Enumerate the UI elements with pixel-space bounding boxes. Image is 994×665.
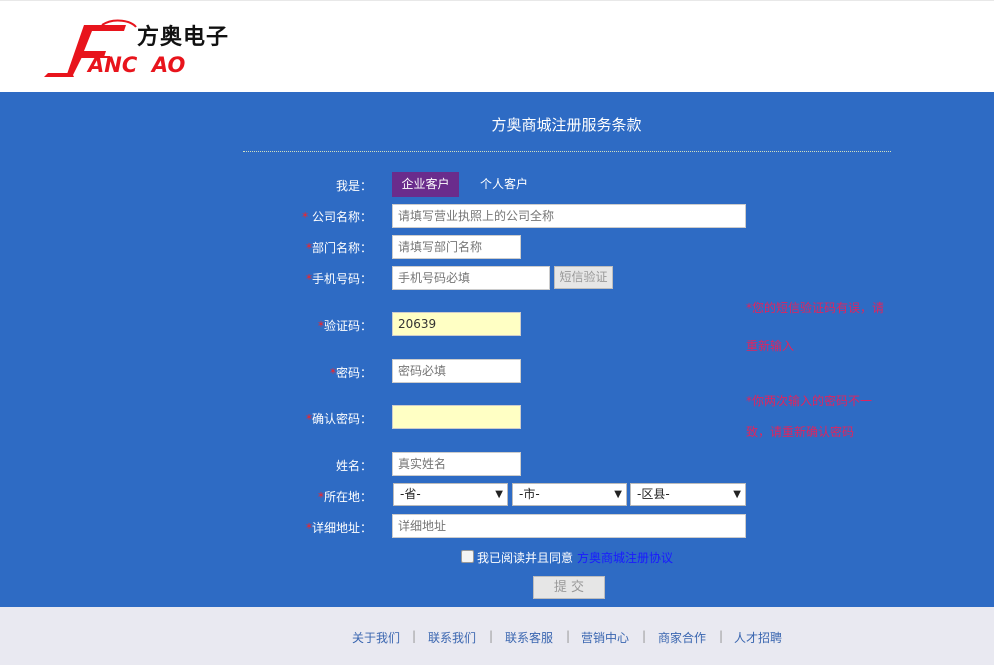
address-input[interactable] <box>392 514 746 538</box>
district-value: -区县- <box>637 487 670 501</box>
company-name-input[interactable] <box>392 204 746 228</box>
city-select[interactable]: -市- ▼ <box>512 483 627 506</box>
agreement-text: 我已阅读并且同意 <box>477 551 574 565</box>
company-label: * 公司名称： <box>252 208 372 225</box>
chevron-down-icon: ▼ <box>733 489 741 500</box>
company-label-text: 公司名称： <box>311 210 372 224</box>
dept-name-input[interactable] <box>392 235 521 259</box>
phone-label: *手机号码： <box>252 270 372 287</box>
customer-type-label: 我是： <box>335 179 372 193</box>
footer-link-about[interactable]: 关于我们 <box>352 629 400 646</box>
city-value: -市- <box>519 487 540 501</box>
footer-separator: | <box>719 629 724 643</box>
header: 方奥电子 ANC AO <box>0 0 994 92</box>
logo[interactable]: 方奥电子 ANC AO <box>44 17 244 81</box>
address-label: *详细地址： <box>252 519 372 536</box>
chevron-down-icon: ▼ <box>495 489 503 500</box>
district-select[interactable]: -区县- ▼ <box>630 483 746 506</box>
footer-link-careers[interactable]: 人才招聘 <box>734 629 782 646</box>
confirm-label-text: 确认密码： <box>311 412 372 426</box>
page-title: 方奥商城注册服务条款 <box>491 116 642 134</box>
name-label: 姓名： <box>335 459 372 473</box>
province-value: -省- <box>400 487 421 501</box>
required-mark: * <box>302 210 312 224</box>
code-error-line2: 重新输入 <box>746 339 795 353</box>
chevron-down-icon: ▼ <box>614 489 622 500</box>
real-name-input[interactable] <box>392 452 521 476</box>
footer-separator: | <box>566 629 571 643</box>
address-label-text: 详细地址： <box>311 521 372 535</box>
footer-separator: | <box>412 629 417 643</box>
password-error-line2: 致，请重新确认密码 <box>746 425 855 439</box>
agreement-checkbox[interactable] <box>461 550 474 563</box>
dept-label: *部门名称： <box>252 239 372 256</box>
tab-personal-label: 个人客户 <box>479 177 528 191</box>
footer <box>0 607 994 665</box>
logo-cn-text: 方奥电子 <box>137 25 230 50</box>
tab-personal-customer[interactable]: 个人客户 <box>472 172 536 197</box>
tab-enterprise-customer[interactable]: 企业客户 <box>392 172 459 197</box>
footer-separator: | <box>642 629 647 643</box>
password-label-text: 密码： <box>335 366 372 380</box>
confirm-password-input[interactable] <box>392 405 521 429</box>
password-input[interactable] <box>392 359 521 383</box>
password-error-line1: *你两次输入的密码不一 <box>746 394 873 408</box>
code-label: *验证码： <box>252 317 372 334</box>
title-divider <box>243 151 891 152</box>
password-label: *密码： <box>252 364 372 381</box>
province-select[interactable]: -省- ▼ <box>393 483 508 506</box>
phone-input[interactable] <box>392 266 550 290</box>
footer-link-contact[interactable]: 联系我们 <box>428 629 476 646</box>
location-label-text: 所在地： <box>323 490 372 504</box>
verification-code-input[interactable] <box>392 312 521 336</box>
phone-label-text: 手机号码： <box>311 272 372 286</box>
agreement-link[interactable]: 方奥商城注册协议 <box>577 549 673 566</box>
location-label: *所在地： <box>252 488 372 505</box>
confirm-password-label: *确认密码： <box>252 410 372 427</box>
password-error-message: *你两次输入的密码不一 致，请重新确认密码 <box>746 385 891 448</box>
code-error-line1: *您的短信验证码有误，请 <box>746 301 885 315</box>
sms-verify-button[interactable]: 短信验证 <box>554 266 613 289</box>
footer-separator: | <box>489 629 494 643</box>
logo-en-text: ANC AO <box>88 53 186 77</box>
tab-enterprise-label: 企业客户 <box>401 177 450 191</box>
dept-label-text: 部门名称： <box>311 241 372 255</box>
code-error-message: *您的短信验证码有误，请 重新输入 <box>746 292 891 362</box>
code-label-text: 验证码： <box>323 319 372 333</box>
footer-link-support[interactable]: 联系客服 <box>505 629 553 646</box>
footer-link-marketing[interactable]: 营销中心 <box>581 629 629 646</box>
footer-link-partners[interactable]: 商家合作 <box>658 629 706 646</box>
submit-button[interactable]: 提 交 <box>533 576 605 599</box>
